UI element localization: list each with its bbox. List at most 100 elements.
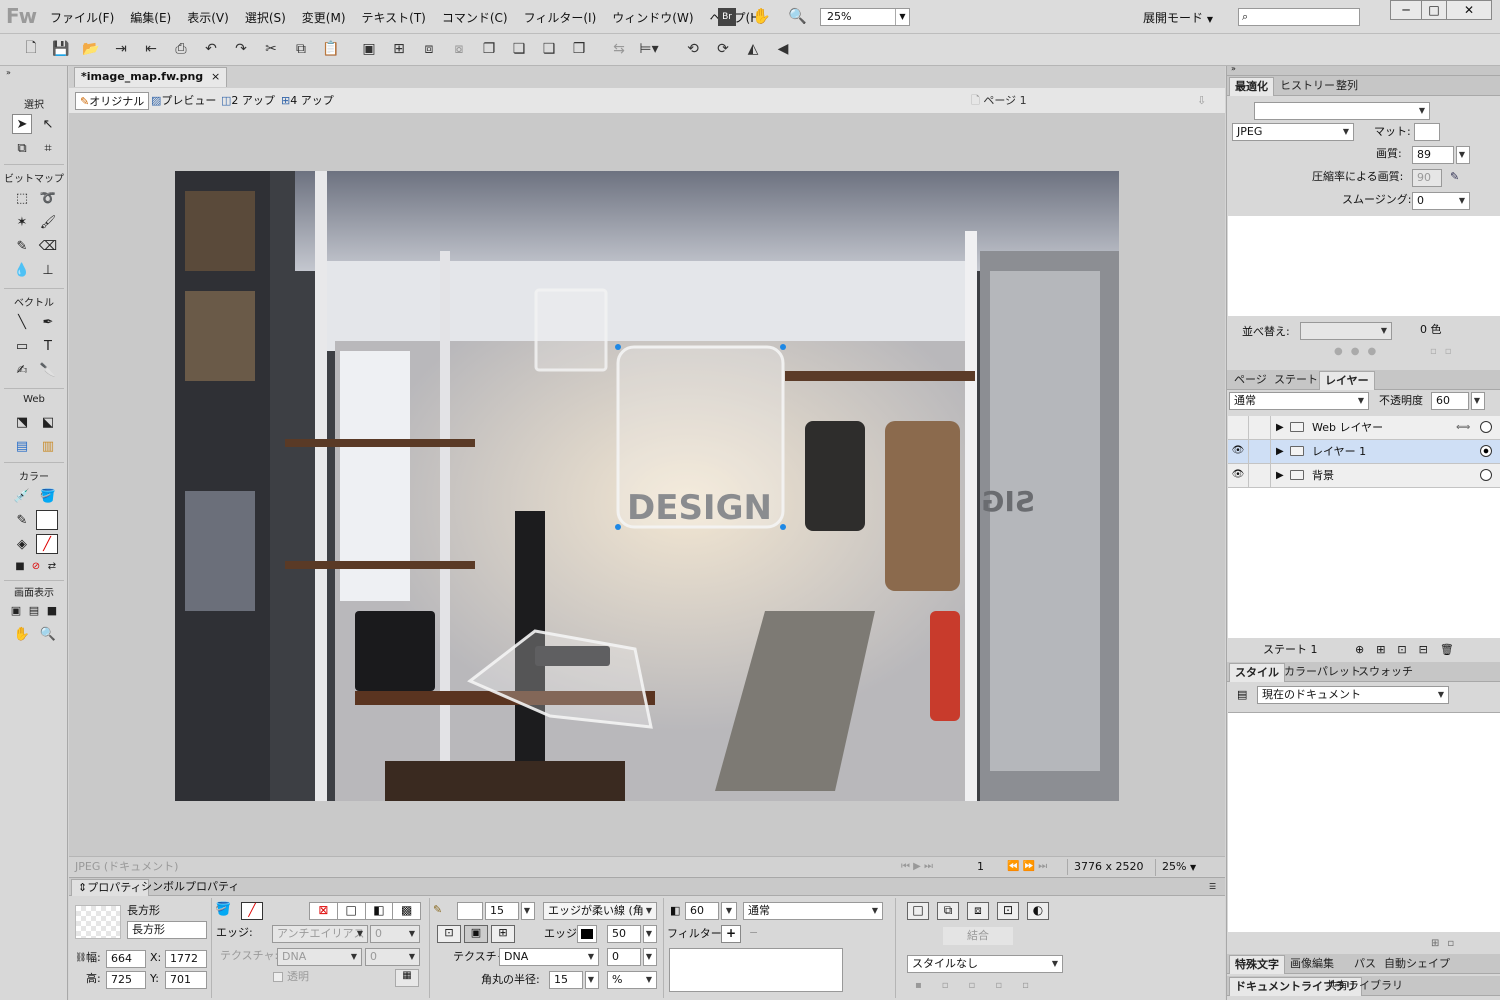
show-slices-icon[interactable]: ▥ <box>38 436 58 456</box>
hide-slices-icon[interactable]: ▤ <box>12 436 32 456</box>
collapse-icon[interactable]: » <box>1231 64 1236 73</box>
bring-forward-icon[interactable]: ❏ <box>510 40 528 58</box>
send-backward-icon[interactable]: ❑ <box>540 40 558 58</box>
group-icon[interactable]: ▣ <box>360 40 378 58</box>
layer-select-radio[interactable] <box>1480 469 1492 481</box>
pointer-tool-icon[interactable]: ➤ <box>12 114 32 134</box>
expand-arrow-icon[interactable]: ▶ <box>1276 420 1284 436</box>
style-action-icons[interactable]: ▪▫▫▫▫ <box>915 978 1049 994</box>
gradient-fill-icon[interactable]: ◧ <box>365 903 394 919</box>
fill-bucket-icon[interactable]: 🪣 <box>215 902 231 918</box>
tab-styles[interactable]: スタイル <box>1229 663 1285 682</box>
selection-handle[interactable] <box>615 524 621 530</box>
fill-swatch[interactable]: ╱ <box>36 534 58 554</box>
fill-options-button[interactable]: ▦ <box>395 969 419 987</box>
hotspot-lamp[interactable] <box>534 288 608 372</box>
exclude-icon[interactable]: ◐ <box>1027 902 1049 920</box>
stroke-pencil-icon[interactable]: ✎ <box>433 902 442 918</box>
radius-unit-select[interactable]: % ▼ <box>607 971 657 989</box>
stroke-edge-field[interactable]: 50 <box>607 925 641 943</box>
frame-controls[interactable]: ⏮ ▶ ⏭ <box>901 859 933 875</box>
collapse-icon[interactable]: » <box>0 68 68 77</box>
open-icon[interactable]: 📂 <box>82 40 100 58</box>
print-icon[interactable]: ⎙ <box>172 40 190 58</box>
text-tool-icon[interactable]: T <box>38 336 58 356</box>
hand-icon[interactable]: ✋ <box>752 7 771 25</box>
remove-filter-button[interactable]: − <box>749 925 758 941</box>
brush-tool-icon[interactable]: 🖌 <box>38 212 58 232</box>
union-icon[interactable]: □ <box>907 902 929 920</box>
save-icon[interactable]: 💾 <box>52 40 70 58</box>
radius-field[interactable]: 15 <box>549 971 583 989</box>
tab-image-edit[interactable]: 画像編集 <box>1285 955 1339 974</box>
menu-file[interactable]: ファイル(F) <box>50 9 114 26</box>
selection-handle[interactable] <box>615 344 621 350</box>
standard-screen-icon[interactable]: ▣ <box>6 600 26 620</box>
lock-toggle[interactable] <box>1250 440 1271 463</box>
tab-special-chars[interactable]: 特殊文字 <box>1229 955 1285 974</box>
send-back-icon[interactable]: ❒ <box>570 40 588 58</box>
cut-icon[interactable]: ✂ <box>262 40 280 58</box>
tab-pages[interactable]: ページ <box>1229 371 1272 390</box>
close-button[interactable]: ✕ <box>1446 0 1492 20</box>
close-tab-icon[interactable]: × <box>211 70 220 83</box>
ungroup-icon[interactable]: ⊞ <box>390 40 408 58</box>
expand-arrow-icon[interactable]: ▶ <box>1276 444 1284 460</box>
tab-layers[interactable]: レイヤー <box>1319 371 1375 390</box>
search-input[interactable]: ⌕ <box>1238 8 1360 26</box>
copy-icon[interactable]: ⧉ <box>292 40 310 58</box>
layer-action-icons[interactable]: ⊕⊞⊡⊟🗑 <box>1355 642 1466 658</box>
tab-swatches[interactable]: スウォッチ <box>1353 663 1418 682</box>
paint-bucket-icon[interactable]: 🪣 <box>38 486 58 506</box>
x-field[interactable]: 1772 <box>165 950 207 968</box>
object-name-field[interactable]: 長方形 <box>127 921 207 939</box>
format-select[interactable]: JPEG ▼ <box>1232 123 1354 141</box>
tab-optimize[interactable]: 最適化 <box>1229 77 1274 96</box>
stroke-edge-swatch[interactable] <box>577 925 597 943</box>
fill-texture-amount[interactable]: 0 ▼ <box>365 948 420 966</box>
intersect-icon[interactable]: ⧉ <box>937 902 959 920</box>
hand-tool-icon[interactable]: ✋ <box>12 624 32 644</box>
selection-handle[interactable] <box>780 344 786 350</box>
quality-field[interactable]: 89 <box>1412 146 1454 164</box>
marquee-tool-icon[interactable]: ⬚ <box>12 188 32 208</box>
flip-horizontal-icon[interactable]: ◭ <box>744 40 762 58</box>
fill-color-swatch[interactable]: ╱ <box>241 902 263 920</box>
menu-commands[interactable]: コマンド(C) <box>442 9 508 26</box>
pencil-tool-icon[interactable]: ✎ <box>12 236 32 256</box>
document-tab[interactable]: *image_map.fw.png × <box>74 67 228 87</box>
paste-icon[interactable]: 📋 <box>322 40 340 58</box>
export-icon[interactable]: ⇤ <box>142 40 160 58</box>
layer-row-1[interactable]: 👁 ▶ レイヤー 1 <box>1228 440 1500 464</box>
width-field[interactable]: 664 <box>106 950 146 968</box>
zoom-icon[interactable]: 🔍 <box>788 7 807 25</box>
stroke-swatch[interactable] <box>36 510 58 530</box>
stroke-edge-dropdown[interactable]: ▼ <box>643 925 657 943</box>
opacity-dropdown[interactable]: ▼ <box>721 902 737 920</box>
style-library-select[interactable]: 現在のドキュメント ▼ <box>1257 686 1449 704</box>
menu-modify[interactable]: 変更(M) <box>302 9 346 26</box>
layer-blend-select[interactable]: 通常 ▼ <box>1229 392 1369 410</box>
redo-icon[interactable]: ↷ <box>232 40 250 58</box>
import-icon[interactable]: ⇥ <box>112 40 130 58</box>
full-screen-menu-icon[interactable]: ▤ <box>24 600 44 620</box>
expand-arrow-icon[interactable]: ▶ <box>1276 468 1284 484</box>
eye-icon[interactable]: 👁 <box>1228 464 1249 487</box>
style-action-icons[interactable]: ⊞▫ <box>1431 936 1462 952</box>
tab-auto-shapes[interactable]: 自動シェイプ <box>1379 955 1455 974</box>
full-screen-icon[interactable]: ■ <box>42 600 62 620</box>
layer-opacity-field[interactable]: 60 <box>1431 392 1469 410</box>
radius-dropdown[interactable]: ▼ <box>585 971 599 989</box>
rotate-right-icon[interactable]: ⟳ <box>714 40 732 58</box>
menu-view[interactable]: 表示(V) <box>187 9 229 26</box>
y-field[interactable]: 701 <box>165 971 207 989</box>
zoom-select[interactable]: 25% ▼ <box>820 8 910 26</box>
hotspot-tool-icon[interactable]: ⬔ <box>12 412 32 432</box>
stamp-tool-icon[interactable]: ⊥ <box>38 260 58 280</box>
tab-symbol-properties[interactable]: シンボルプロパティ <box>135 879 245 896</box>
split-icon[interactable]: ⧇ <box>450 40 468 58</box>
menu-window[interactable]: ウィンドウ(W) <box>612 9 693 26</box>
status-zoom[interactable]: 25% ▼ <box>1155 859 1196 876</box>
lock-icon[interactable]: ⛓ <box>75 950 86 966</box>
matte-swatch[interactable] <box>1414 123 1440 141</box>
